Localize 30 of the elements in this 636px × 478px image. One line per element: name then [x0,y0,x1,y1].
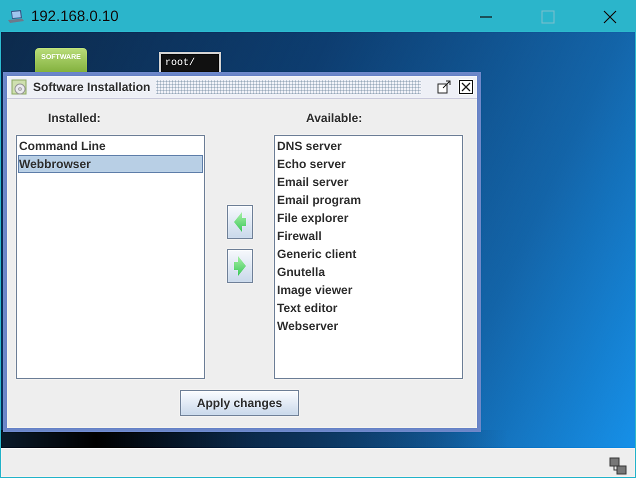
list-item[interactable]: Email server [276,173,461,191]
detach-icon[interactable] [437,80,451,94]
window-title: 192.168.0.10 [31,8,119,25]
right-arrow-icon [234,256,246,276]
list-item[interactable]: Text editor [276,299,461,317]
list-item[interactable]: Gnutella [276,263,461,281]
list-item[interactable]: DNS server [276,137,461,155]
list-heading: Installed: [48,111,102,127]
dialog-title: Software Installation [33,80,150,94]
terminal-label: root/ [165,58,196,69]
install-button[interactable] [226,205,252,239]
list-item[interactable]: Webbrowser [18,155,203,173]
list-heading: Available: [306,111,364,127]
close-icon[interactable] [459,80,473,94]
apply-changes-button[interactable]: Apply changes [180,390,300,416]
laptop-icon [7,8,25,24]
list-item[interactable]: Command Line [18,137,203,155]
list-item[interactable]: Email program [276,191,461,209]
network-icon[interactable] [609,456,627,474]
list-item[interactable]: Webserver [276,317,461,335]
left-arrow-icon [234,212,246,232]
list-item[interactable]: Echo server [276,155,461,173]
list-item[interactable]: Generic client [276,245,461,263]
list-item[interactable]: File explorer [276,209,461,227]
list-item[interactable]: Image viewer [276,281,461,299]
list-item[interactable]: Firewall [276,227,461,245]
close-icon[interactable] [603,10,617,24]
disc-box-icon [11,79,27,95]
terminal-icon[interactable]: root/ [159,52,221,74]
remove-button[interactable] [226,249,252,283]
